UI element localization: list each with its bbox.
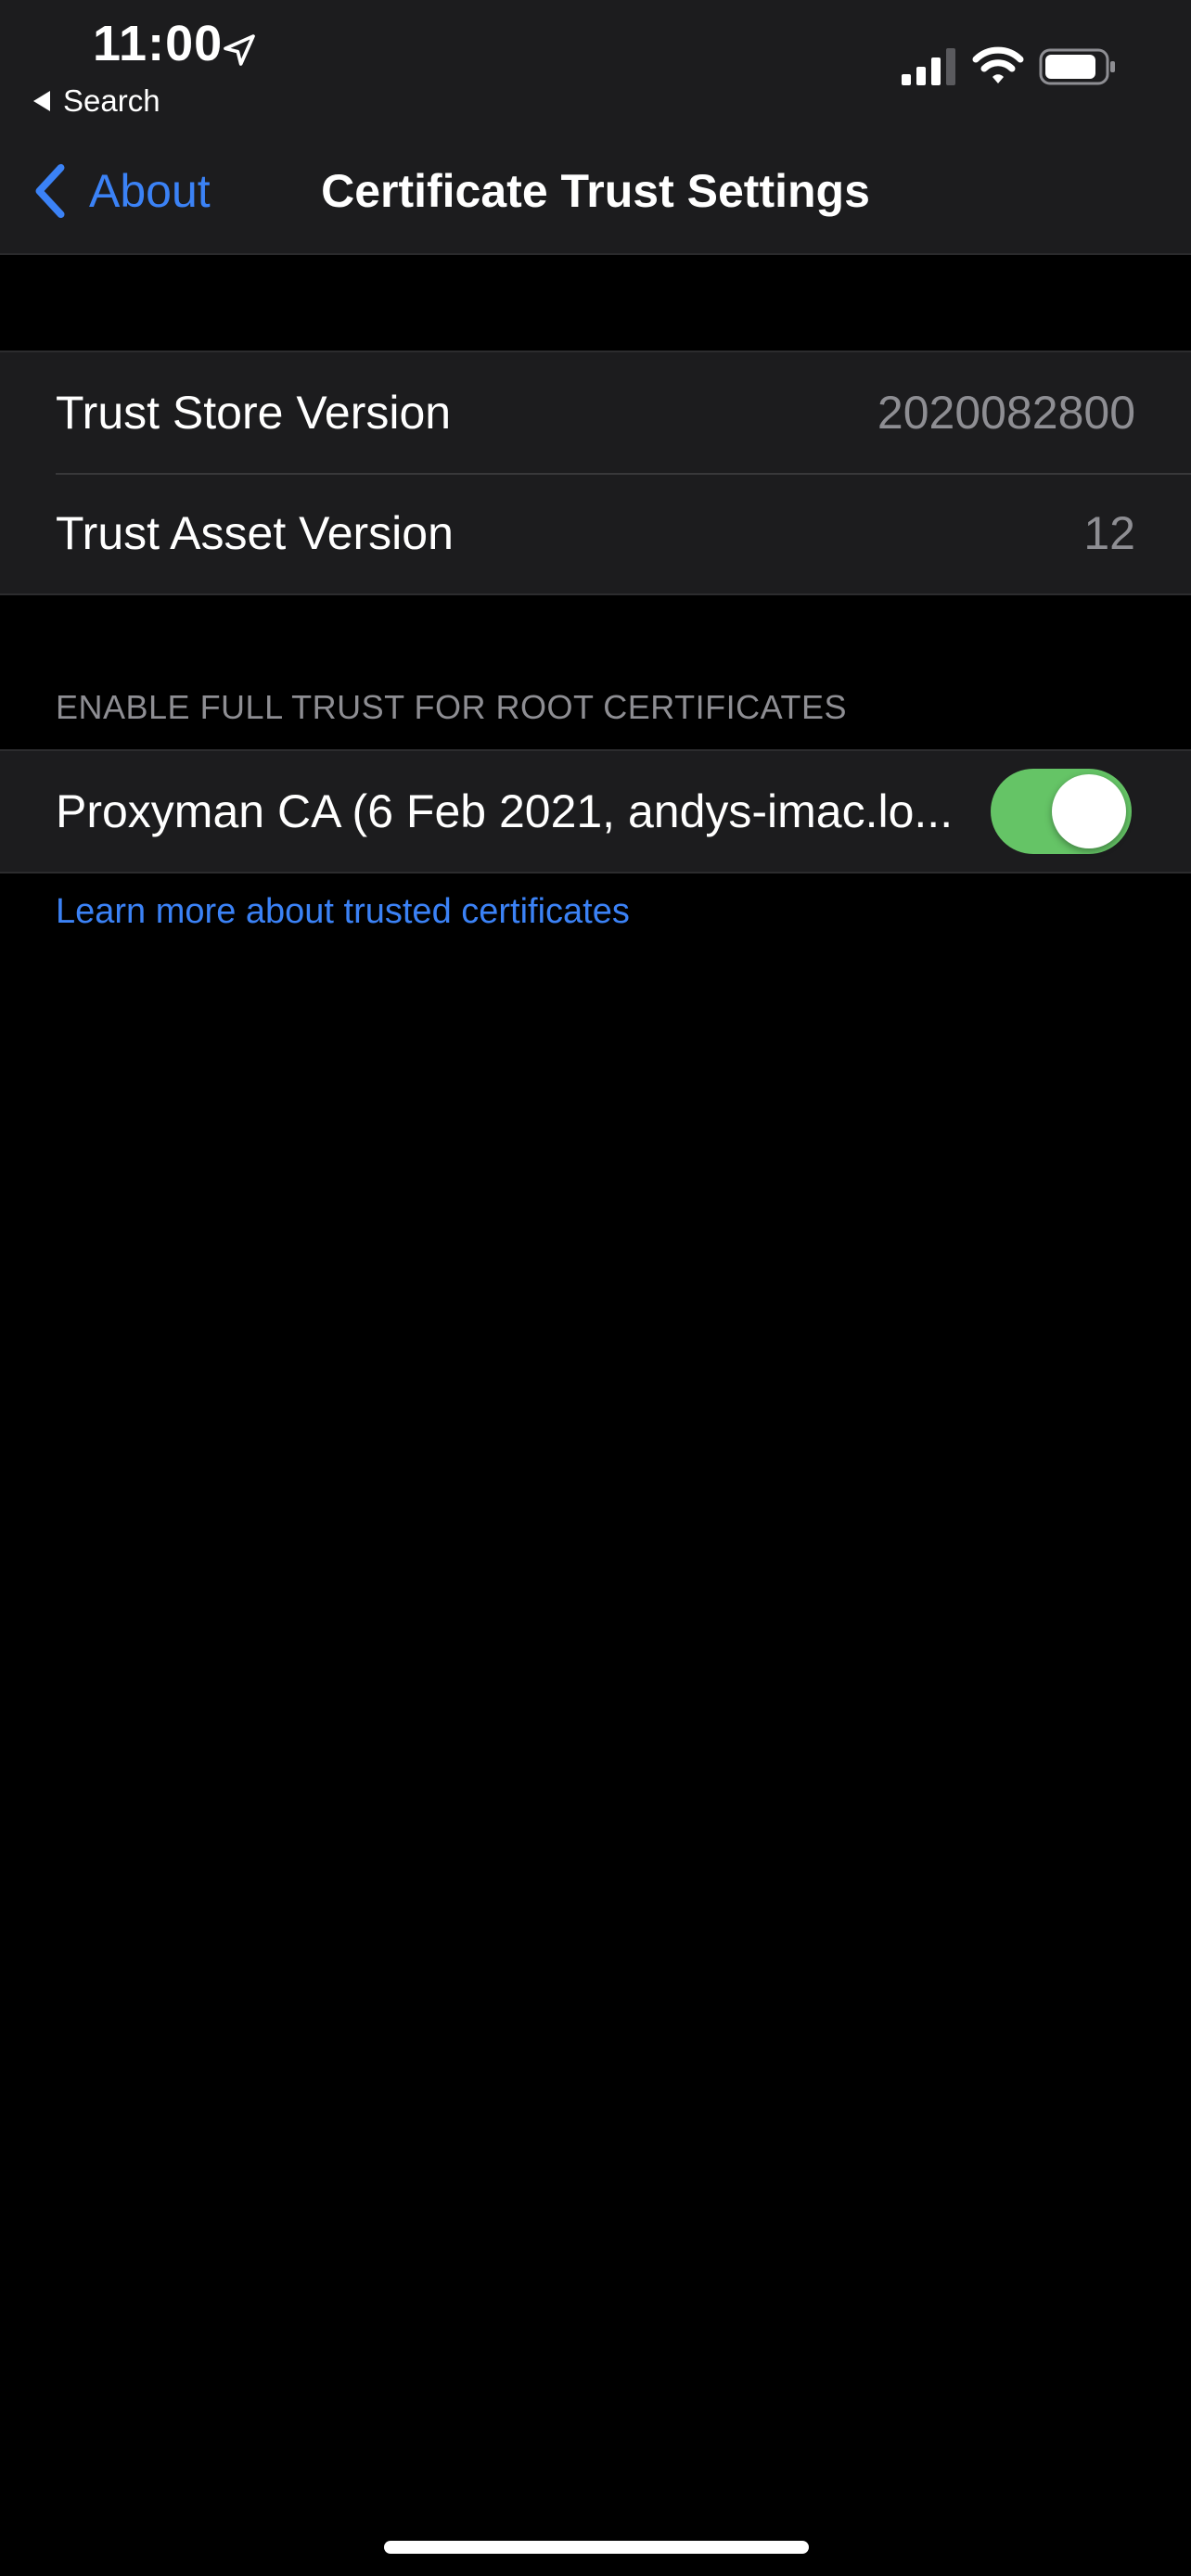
trust-store-version-row: Trust Store Version 2020082800 bbox=[0, 352, 1191, 473]
trust-store-version-label: Trust Store Version bbox=[56, 387, 452, 439]
chevron-left-icon bbox=[35, 163, 65, 219]
trust-store-version-value: 2020082800 bbox=[877, 387, 1135, 439]
learn-more-link[interactable]: Learn more about trusted certificates bbox=[56, 892, 630, 932]
certificate-trust-toggle[interactable] bbox=[991, 769, 1132, 854]
certificate-group: Proxyman CA (6 Feb 2021, andys-imac.lo..… bbox=[0, 749, 1191, 874]
back-button-label: About bbox=[89, 165, 211, 217]
trust-asset-version-row: Trust Asset Version 12 bbox=[0, 473, 1191, 593]
trust-asset-version-value: 12 bbox=[1083, 507, 1135, 559]
status-time: 11:00 bbox=[93, 16, 224, 71]
full-trust-section-header: ENABLE FULL TRUST FOR ROOT CERTIFICATES bbox=[56, 688, 847, 726]
home-indicator[interactable] bbox=[384, 2541, 809, 2554]
certificate-row: Proxyman CA (6 Feb 2021, andys-imac.lo..… bbox=[0, 751, 1191, 872]
navigation-header: 11:00 Search Certificate Trust Settings … bbox=[0, 0, 1191, 255]
certificate-label: Proxyman CA (6 Feb 2021, andys-imac.lo..… bbox=[56, 785, 954, 837]
back-button[interactable]: About bbox=[32, 158, 211, 224]
cellular-signal-icon bbox=[902, 48, 955, 85]
wifi-icon bbox=[972, 46, 1024, 83]
back-app-label: Search bbox=[63, 83, 160, 118]
trust-asset-version-label: Trust Asset Version bbox=[56, 507, 454, 559]
back-to-search-button[interactable]: Search bbox=[33, 83, 160, 119]
version-group: Trust Store Version 2020082800 Trust Ass… bbox=[0, 351, 1191, 595]
back-triangle-icon bbox=[33, 91, 50, 111]
page-title-text: Certificate Trust Settings bbox=[321, 165, 870, 217]
location-arrow-icon bbox=[224, 34, 255, 66]
toggle-knob bbox=[1052, 774, 1126, 848]
battery-icon bbox=[1039, 48, 1115, 85]
